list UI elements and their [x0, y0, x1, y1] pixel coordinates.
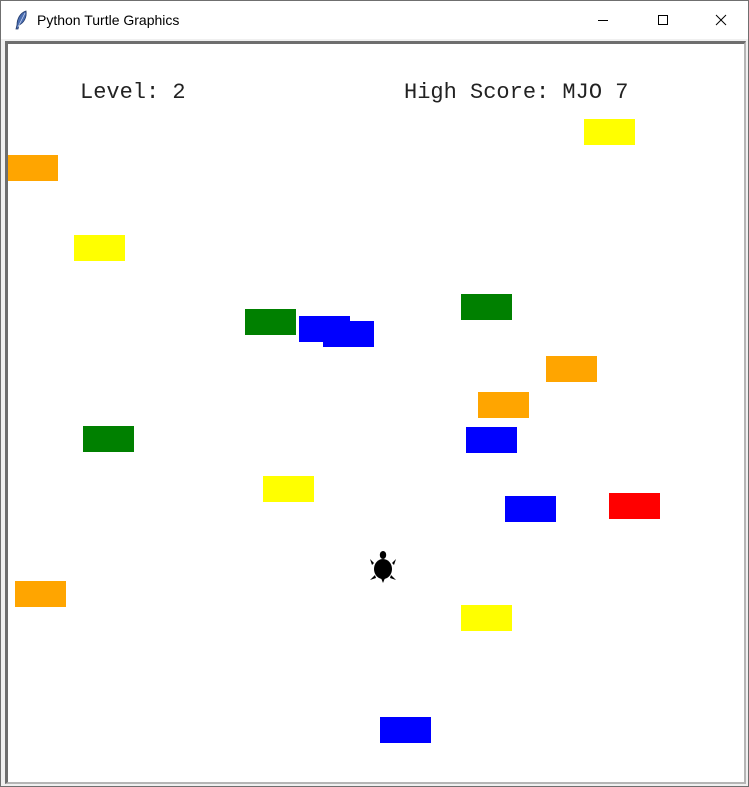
obstacle-block: [380, 717, 431, 743]
obstacle-block: [263, 476, 314, 502]
window-title: Python Turtle Graphics: [37, 12, 180, 28]
obstacle-block: [323, 321, 374, 347]
turtle-icon: [370, 551, 396, 583]
obstacle-block: [83, 426, 134, 452]
high-score-label: High Score: MJO 7: [404, 80, 629, 105]
minimize-button[interactable]: [580, 1, 626, 39]
level-label: Level: 2: [80, 80, 186, 105]
close-button[interactable]: [698, 1, 744, 39]
obstacle-block: [609, 493, 660, 519]
obstacle-block: [584, 119, 635, 145]
close-icon: [715, 14, 727, 26]
obstacle-block: [461, 605, 512, 631]
obstacle-block: [245, 309, 296, 335]
turtle-window: Python Turtle Graphics Level: 2 High Sco…: [0, 0, 749, 787]
title-bar[interactable]: Python Turtle Graphics: [1, 1, 748, 39]
obstacle-block: [15, 581, 66, 607]
feather-icon: [13, 10, 29, 30]
game-canvas[interactable]: Level: 2 High Score: MJO 7: [5, 41, 746, 784]
player-turtle: [369, 550, 397, 584]
obstacle-block: [466, 427, 517, 453]
maximize-icon: [658, 15, 668, 25]
obstacle-block: [478, 392, 529, 418]
minimize-icon: [598, 20, 608, 21]
obstacle-block: [505, 496, 556, 522]
obstacle-block: [74, 235, 125, 261]
maximize-button[interactable]: [640, 1, 686, 39]
obstacle-block: [461, 294, 512, 320]
obstacle-block: [8, 155, 58, 181]
obstacle-block: [546, 356, 597, 382]
